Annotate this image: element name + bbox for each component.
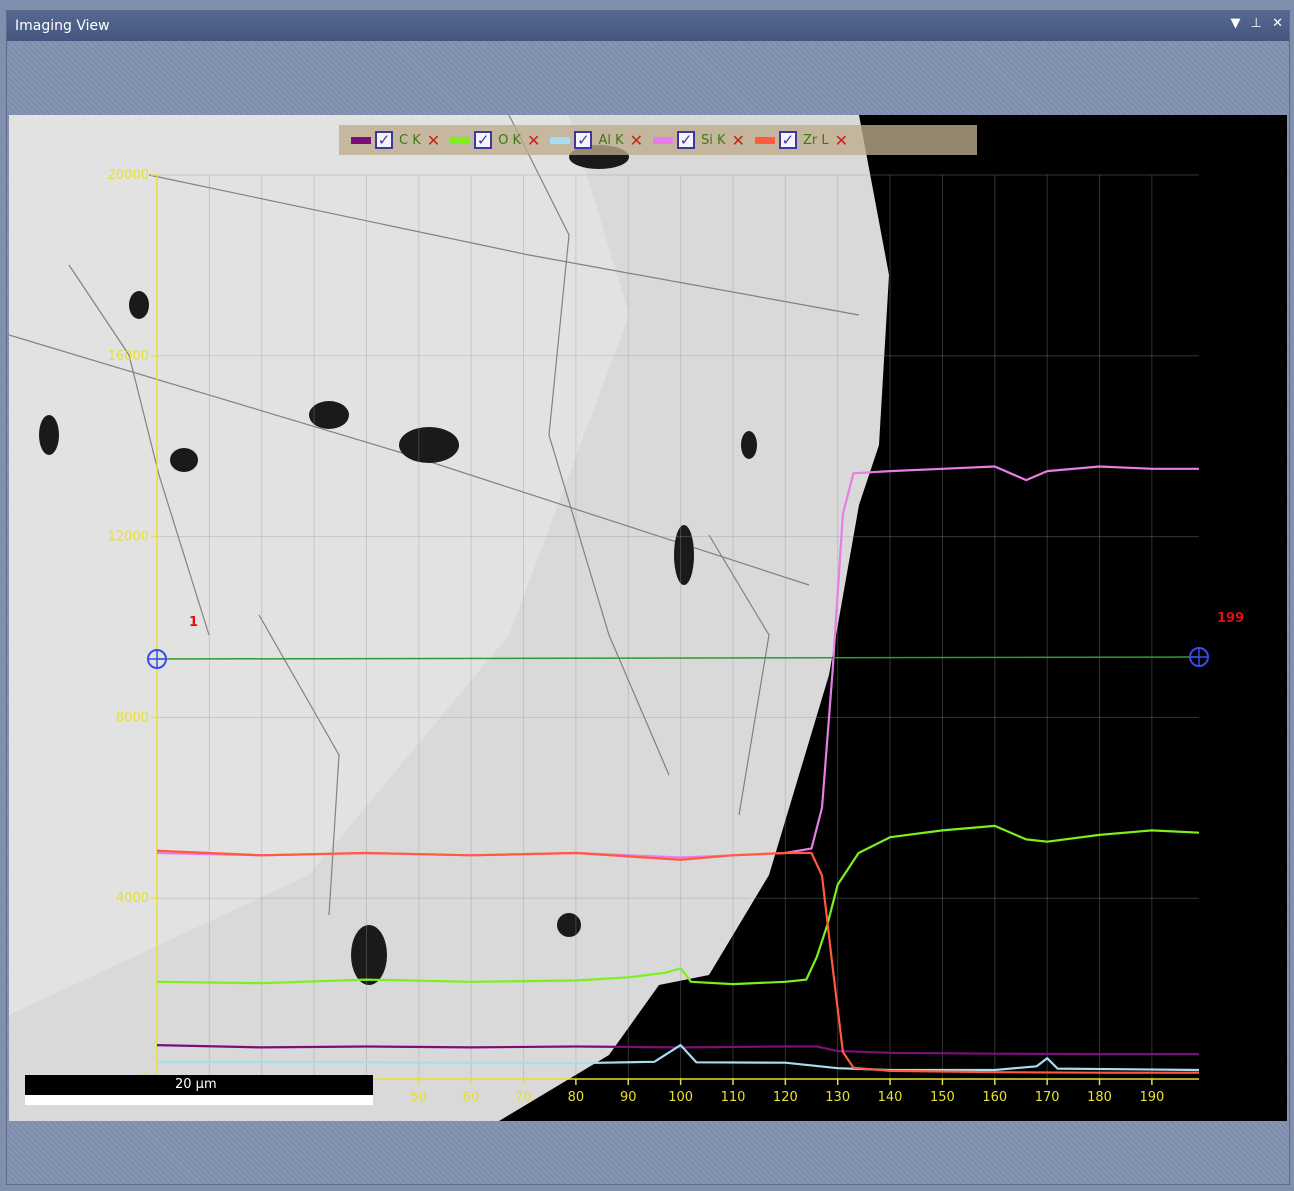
y-tick-label: 8000 [116, 710, 149, 725]
scale-bar: 20 µm [25, 1075, 373, 1107]
window-title: Imaging View [15, 18, 110, 34]
remove-icon[interactable]: ✕ [835, 131, 848, 150]
scale-bar-label: 20 µm [175, 1077, 217, 1092]
legend-swatch [550, 136, 571, 144]
legend-swatch [351, 136, 371, 144]
element-legend: ✓ C K ✕ ✓ O K ✕ ✓ Al K ✕ ✓ Si K ✕ ✓ Zr L ✕ [339, 125, 977, 155]
y-tick-label: 4000 [116, 891, 149, 906]
legend-checkbox[interactable]: ✓ [474, 131, 493, 149]
legend-item-o-k: ✓ O K ✕ [450, 131, 540, 150]
x-tick-label: 180 [1087, 1090, 1112, 1105]
legend-swatch [653, 136, 674, 144]
x-tick-label: 70 [515, 1090, 532, 1105]
legend-swatch [450, 136, 471, 144]
x-tick-label: 90 [620, 1090, 637, 1105]
legend-label: C K [399, 132, 421, 148]
pin-icon[interactable]: ⊥ [1251, 16, 1262, 31]
x-tick-label: 140 [878, 1090, 903, 1105]
remove-icon[interactable]: ✕ [630, 131, 643, 150]
title-bar: Imaging View ▼ ⊥ ✕ [7, 11, 1289, 41]
x-tick-label: 100 [668, 1090, 693, 1105]
legend-item-si-k: ✓ Si K ✕ [653, 131, 745, 150]
image-viewport[interactable]: 0400080001200016000200001020304050607080… [9, 115, 1287, 1121]
legend-checkbox[interactable]: ✓ [677, 131, 696, 149]
close-icon[interactable]: ✕ [1272, 16, 1283, 31]
end-marker-label: 199 [1217, 611, 1245, 626]
start-marker-label: 1 [189, 615, 199, 630]
dropdown-icon[interactable]: ▼ [1230, 16, 1240, 31]
x-tick-label: 190 [1139, 1090, 1164, 1105]
legend-checkbox[interactable]: ✓ [574, 131, 593, 149]
legend-label: O K [498, 132, 522, 148]
legend-item-c-k: ✓ C K ✕ [351, 131, 440, 150]
legend-label: Si K [701, 132, 726, 148]
y-tick-label: 12000 [108, 530, 149, 545]
window-controls: ▼ ⊥ ✕ [1224, 16, 1283, 31]
x-tick-label: 60 [463, 1090, 480, 1105]
x-tick-label: 170 [1035, 1090, 1060, 1105]
end-marker-icon[interactable] [1189, 647, 1209, 667]
x-tick-label: 130 [825, 1090, 850, 1105]
x-tick-label: 160 [982, 1090, 1007, 1105]
legend-label: Al K [598, 132, 624, 148]
y-tick-label: 16000 [108, 349, 149, 364]
x-tick-label: 150 [930, 1090, 955, 1105]
legend-checkbox[interactable]: ✓ [375, 131, 393, 149]
imaging-view-window: Imaging View ▼ ⊥ ✕ 4000 8000 12000 16000… [6, 10, 1290, 1185]
start-marker-icon[interactable] [147, 649, 167, 669]
sem-image-with-linescan[interactable]: 0400080001200016000200001020304050607080… [9, 115, 1287, 1121]
legend-swatch [754, 136, 775, 144]
x-tick-label: 110 [721, 1090, 746, 1105]
remove-icon[interactable]: ✕ [732, 131, 745, 150]
legend-label: Zr L [802, 132, 829, 148]
x-tick-label: 80 [568, 1090, 585, 1105]
x-tick-label: 50 [411, 1090, 428, 1105]
sample-grain-image [9, 115, 889, 1121]
x-tick-label: 120 [773, 1090, 798, 1105]
y-tick-label: 20000 [108, 168, 149, 183]
scale-bar-white [25, 1095, 373, 1105]
legend-checkbox[interactable]: ✓ [778, 131, 797, 149]
remove-icon[interactable]: ✕ [427, 131, 440, 150]
remove-icon[interactable]: ✕ [527, 131, 540, 150]
legend-item-zr-l: ✓ Zr L ✕ [754, 131, 848, 150]
legend-item-al-k: ✓ Al K ✕ [550, 131, 643, 150]
